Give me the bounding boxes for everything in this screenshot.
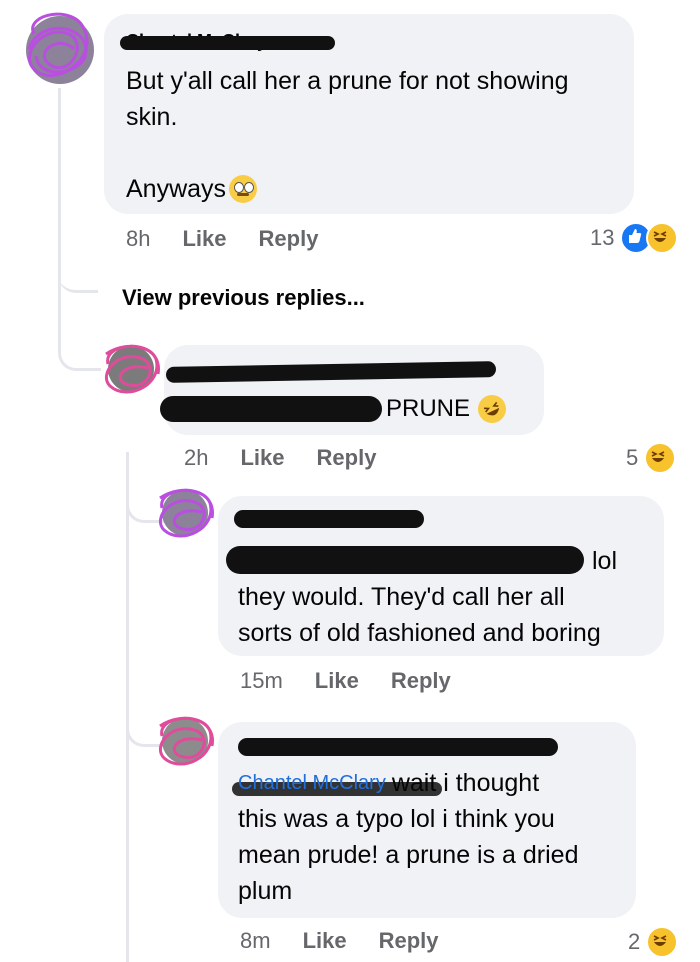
haha-reaction-icon [644,442,677,474]
avatar[interactable] [26,12,94,84]
haha-reaction-icon [646,222,679,254]
name-redaction [234,510,424,528]
thread-curve-reply-2 [126,470,165,523]
timestamp: 2h [184,445,209,470]
reaction-count: 2 [628,929,641,954]
reply-text: PRUNE [386,390,511,428]
rofl-emoji-icon [473,390,511,428]
name-redaction [238,738,558,756]
eye-roll-emoji-icon [229,175,258,203]
avatar[interactable] [104,344,160,394]
reply-meta: 2h Like Reply [184,445,408,471]
reply-button[interactable]: Reply [259,226,319,252]
mention-link[interactable]: Chantel McClary [238,765,386,801]
reply-button[interactable]: Reply [391,668,451,694]
haha-reaction-icon [646,926,679,958]
reply-text: Chantel McClary wait i thought this was … [238,765,638,909]
reply-text: lol they would. They'd call her all sort… [238,547,618,647]
thread-curve-reply-3 [126,700,165,747]
reaction-count: 13 [590,225,615,250]
reply-meta: 15m Like Reply [240,668,483,694]
like-button[interactable]: Like [182,226,226,252]
avatar[interactable] [158,716,214,766]
mention-redaction [160,396,382,422]
reaction-summary[interactable]: 13 [590,222,679,254]
reply-meta: 8m Like Reply [240,928,471,954]
thread-curve-reply-1 [58,288,101,371]
name-redaction [120,36,335,50]
reply-button[interactable]: Reply [379,928,439,954]
like-button[interactable]: Like [240,445,284,471]
avatar[interactable] [158,488,214,538]
scribble-overlay [104,344,160,394]
view-previous-replies-link[interactable]: View previous replies... [122,285,365,311]
reaction-summary[interactable]: 2 [628,926,679,958]
reply-button[interactable]: Reply [317,445,377,471]
comment-meta: 8h Like Reply [126,226,350,252]
reaction-summary[interactable]: 5 [626,442,677,474]
timestamp: 8h [126,226,151,251]
like-button[interactable]: Like [303,928,347,954]
timestamp: 15m [240,668,283,693]
like-button[interactable]: Like [315,668,359,694]
scribble-overlay [27,12,89,77]
timestamp: 8m [240,928,271,953]
comment-text: But y'all call her a prune for not showi… [126,67,569,203]
commenter-name[interactable]: Chantel McClary [120,30,335,54]
reaction-count: 5 [626,445,639,470]
thread-curve-view-prev [58,250,98,293]
